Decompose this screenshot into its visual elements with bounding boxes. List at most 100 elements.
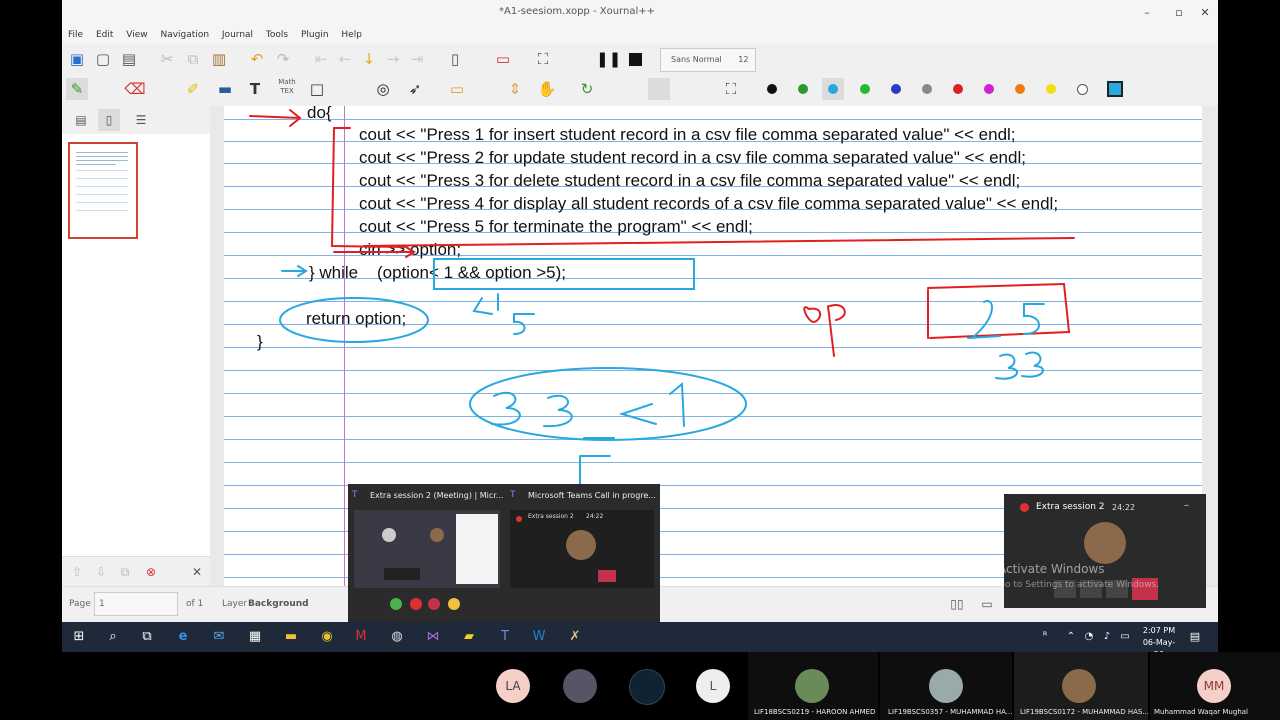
menu-help[interactable]: Help [341,26,362,44]
chrome-icon[interactable]: ◉ [318,628,336,646]
fill-icon[interactable]: ⛶ [720,78,742,100]
cut-icon[interactable]: ✂ [156,48,178,70]
presentation-icon[interactable]: ▭ [976,593,998,615]
custom-color-icon[interactable] [1107,81,1123,97]
color-black-icon[interactable] [767,84,777,94]
volume-icon[interactable]: ♪ [1098,628,1116,646]
network-icon[interactable]: ◔ [1080,628,1098,646]
menu-view[interactable]: View [126,26,147,44]
menu-journal[interactable]: Journal [222,26,253,44]
file-explorer-icon[interactable]: ▬ [282,628,300,646]
word-icon[interactable]: W [530,628,548,646]
meeting-mini-window[interactable]: Extra session 2 24:22 – Activate Windows… [998,494,1206,608]
close-button[interactable]: ✕ [1194,4,1216,22]
move-page-down-icon[interactable]: ⇩ [90,561,112,583]
meeting-preview-thumbnail[interactable] [354,510,500,588]
vertical-space-icon[interactable]: ⇕ [504,78,526,100]
layers-icon[interactable]: ☰ [130,109,152,131]
teams-icon[interactable]: T [496,628,514,646]
hangup-small-icon[interactable] [428,598,440,610]
new-file-icon[interactable]: ▢ [92,48,114,70]
edge-icon[interactable]: e [174,628,192,646]
page-preview-icon[interactable]: ▯ [98,109,120,131]
previous-page-icon[interactable]: ← [334,48,356,70]
redo-icon[interactable]: ↷ [272,48,294,70]
color-white-icon[interactable] [1077,84,1088,95]
app-circle-icon[interactable]: ◍ [388,628,406,646]
save-icon[interactable]: ▣ [66,48,88,70]
next-page-icon[interactable]: → [382,48,404,70]
sticky-notes-icon[interactable]: ▰ [460,628,478,646]
people-icon[interactable]: ᴿ [1036,628,1054,646]
goto-page-icon[interactable]: ↓ [358,48,380,70]
toc-icon[interactable]: ▤ [70,109,92,131]
battery-icon[interactable]: ▭ [1116,628,1134,646]
mail-icon[interactable]: ✉ [210,628,228,646]
last-page-icon[interactable]: ⇥ [406,48,428,70]
shape-recognizer-icon[interactable]: ◎ [372,78,394,100]
color-blue-icon[interactable] [891,84,901,94]
color-green-icon[interactable] [798,84,808,94]
color-orange-icon[interactable] [1015,84,1025,94]
medium-thickness-button[interactable] [648,78,670,100]
menu-plugin[interactable]: Plugin [301,26,329,44]
participant-avatar[interactable]: LA [496,669,530,703]
select-rect-icon[interactable]: ▭ [446,78,468,100]
color-red-icon[interactable] [953,84,963,94]
delete-page-button-icon[interactable]: ⊗ [140,561,162,583]
maximize-button[interactable]: ▫ [1168,4,1190,22]
undo-icon[interactable]: ↶ [246,48,268,70]
participant-avatar[interactable]: L [696,669,730,703]
open-file-icon[interactable]: ▤ [118,48,140,70]
first-page-icon[interactable]: ⇤ [310,48,332,70]
participant-avatar[interactable] [629,669,665,705]
tray-arrow-icon[interactable]: ⌃ [1062,628,1080,646]
color-magenta-icon[interactable] [984,84,994,94]
menu-edit[interactable]: Edit [96,26,113,44]
pause-small-icon[interactable] [448,598,460,610]
paste-icon[interactable]: ▥ [208,48,230,70]
layer-value[interactable]: Background [248,599,309,609]
participant-avatar[interactable] [563,669,597,703]
ruler-icon[interactable]: ➶ [404,78,426,100]
task-view-icon[interactable]: ⧉ [138,628,156,646]
menu-navigation[interactable]: Navigation [160,26,209,44]
preview-title-1[interactable]: Extra session 2 (Meeting) | Micr... [370,491,503,500]
page-number-input[interactable]: 1 [94,592,178,616]
text-tool-icon[interactable]: T [244,78,266,100]
color-lightblue-icon[interactable] [828,84,838,94]
hand-icon[interactable]: ✋ [536,78,558,100]
color-yellow-icon[interactable] [1046,84,1056,94]
color-lightgreen-icon[interactable] [860,84,870,94]
math-tex-icon[interactable]: Math TEX [276,78,298,100]
insert-page-icon[interactable]: ▯ [444,48,466,70]
minimize-button[interactable]: – [1136,4,1158,22]
accept-icon[interactable] [390,598,402,610]
participant-tile[interactable]: LIF19BSCS0357 - MUHAMMAD HA... [880,652,1012,720]
app-m-icon[interactable]: M [352,628,370,646]
xournal-icon[interactable]: ✗ [566,628,584,646]
default-tool-icon[interactable]: ↻ [576,78,598,100]
preview-title-2[interactable]: Microsoft Teams Call in progre... [528,491,656,500]
menu-tools[interactable]: Tools [266,26,288,44]
highlighter-icon[interactable]: ✐ [182,78,204,100]
stop-icon[interactable] [629,53,642,66]
participant-tile[interactable]: LIF18BSCS0219 - HAROON AHMED [748,652,878,720]
image-icon[interactable]: ▬ [214,78,236,100]
participant-tile[interactable]: LIF19BSCS0172 - MUHAMMAD HAS... [1014,652,1149,720]
close-sidebar-icon[interactable]: ✕ [186,561,208,583]
minimize-meeting-icon[interactable]: – [1184,500,1189,511]
fullscreen-icon[interactable]: ⛶ [532,48,554,70]
menu-file[interactable]: File [68,26,83,44]
search-icon[interactable]: ⌕ [104,628,122,646]
pause-icon[interactable]: ❚❚ [596,48,621,70]
start-icon[interactable]: ⊞ [70,628,88,646]
visual-studio-icon[interactable]: ⋈ [424,628,442,646]
call-preview-thumbnail[interactable]: Extra session 2 24:22 [510,510,654,588]
record-dot-icon[interactable] [410,598,422,610]
delete-page-icon[interactable]: ▭ [492,48,514,70]
shape-icon[interactable]: □ [306,78,328,100]
copy-page-icon[interactable]: ⧉ [114,561,136,583]
participant-tile[interactable]: MM Muhammad Waqar Mughal [1150,652,1280,720]
color-gray-icon[interactable] [922,84,932,94]
